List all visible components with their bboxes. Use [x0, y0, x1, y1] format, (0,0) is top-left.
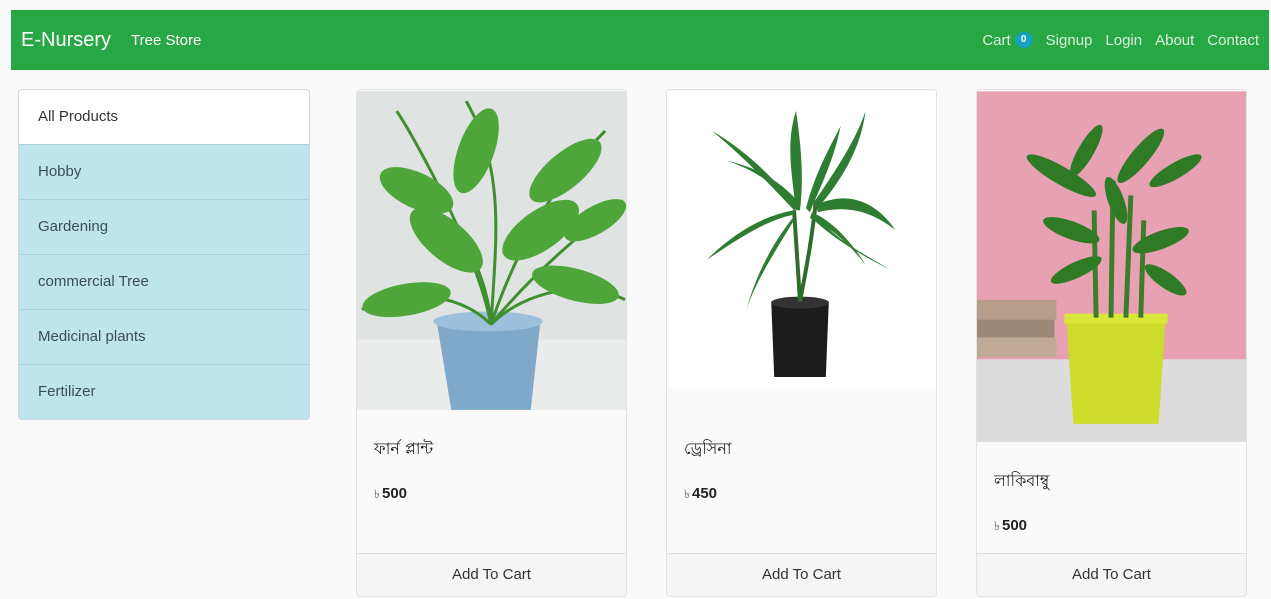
login-link[interactable]: Login — [1105, 32, 1142, 49]
product-price: ৳ 450 — [684, 485, 919, 506]
cart-link[interactable]: Cart 0 — [982, 31, 1033, 49]
category-medicinal-plants[interactable]: Medicinal plants — [19, 309, 309, 364]
add-to-cart-button[interactable]: Add To Cart — [667, 553, 936, 596]
product-price: ৳ 500 — [994, 517, 1229, 538]
dracaena-plant-image[interactable] — [667, 90, 936, 390]
product-name: ফার্ন প্লান্ট — [374, 439, 434, 458]
brand-link[interactable]: E-Nursery — [21, 29, 111, 52]
category-sidebar: All Products Hobby Gardening commercial … — [18, 89, 310, 420]
currency-symbol: ৳ — [374, 487, 380, 501]
category-fertilizer[interactable]: Fertilizer — [19, 364, 309, 419]
contact-link[interactable]: Contact — [1207, 32, 1259, 49]
product-card: ড্রেসিনা ৳ 450 Add To Cart — [666, 89, 937, 597]
currency-symbol: ৳ — [994, 519, 1000, 533]
product-card: ফার্ন প্লান্ট ৳ 500 Add To Cart — [356, 89, 627, 597]
product-price: ৳ 500 — [374, 485, 609, 506]
cart-count-badge: 0 — [1014, 32, 1033, 48]
category-all-products[interactable]: All Products — [19, 90, 309, 144]
price-amount: 500 — [381, 485, 408, 502]
price-amount: 450 — [691, 485, 718, 502]
category-commercial-tree[interactable]: commercial Tree — [19, 254, 309, 309]
add-to-cart-button[interactable]: Add To Cart — [977, 553, 1246, 596]
category-gardening[interactable]: Gardening — [19, 199, 309, 254]
fern-plant-image[interactable] — [357, 90, 626, 411]
about-link[interactable]: About — [1155, 32, 1194, 49]
signup-link[interactable]: Signup — [1046, 32, 1093, 49]
add-to-cart-button[interactable]: Add To Cart — [357, 553, 626, 596]
price-amount: 500 — [1001, 517, 1028, 534]
top-navbar: E-Nursery Tree Store Cart 0 Signup Login… — [11, 10, 1269, 70]
cart-label: Cart — [982, 31, 1011, 49]
product-card: লাকিবাম্বু ৳ 500 Add To Cart — [976, 89, 1247, 597]
currency-symbol: ৳ — [684, 487, 690, 501]
product-name: লাকিবাম্বু — [994, 471, 1050, 490]
product-name: ড্রেসিনা — [684, 439, 732, 458]
store-link[interactable]: Tree Store — [131, 32, 201, 49]
lucky-bamboo-plant-image[interactable] — [977, 90, 1246, 443]
category-hobby[interactable]: Hobby — [19, 144, 309, 199]
nav-links: Cart 0 Signup Login About Contact — [982, 32, 1259, 49]
